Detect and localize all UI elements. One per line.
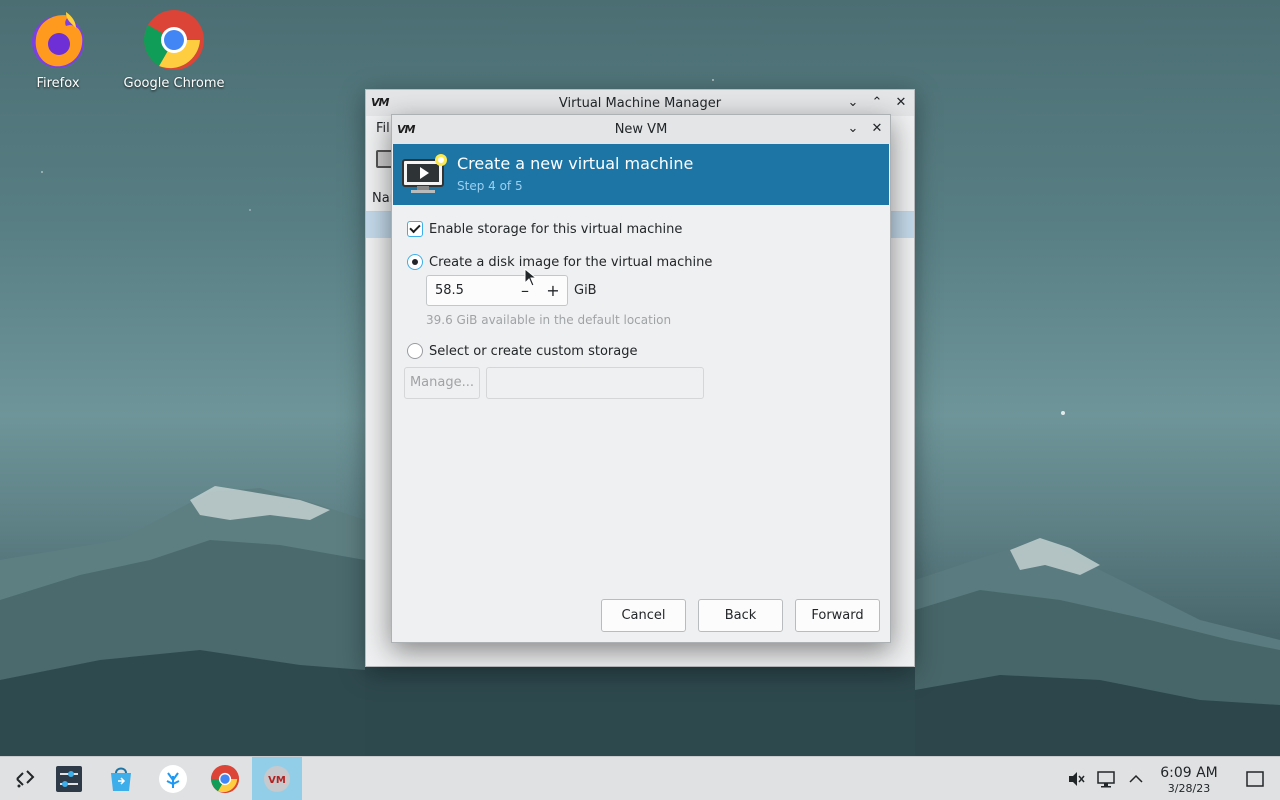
minimize-icon[interactable]: ⌄	[844, 94, 862, 112]
network-icon[interactable]	[1096, 769, 1116, 789]
google-chrome-icon	[210, 764, 240, 794]
increment-icon[interactable]: +	[539, 276, 567, 305]
menu-file[interactable]: Fil	[376, 121, 390, 136]
volume-muted-icon[interactable]	[1066, 769, 1086, 789]
virt-manager-icon: VM	[264, 766, 290, 792]
desktop-icon-firefox[interactable]: Firefox	[3, 8, 113, 91]
show-desktop-icon[interactable]	[1245, 769, 1265, 789]
create-disk-label[interactable]: Create a disk image for the virtual mach…	[429, 255, 712, 270]
new-vm-monitor-icon	[402, 154, 447, 193]
application-launcher[interactable]	[0, 757, 50, 800]
new-vm-titlebar[interactable]: VM New VM ⌄ ✕	[392, 115, 890, 144]
svg-text:VM: VM	[268, 775, 286, 786]
enable-storage-label[interactable]: Enable storage for this virtual machine	[429, 222, 682, 237]
vmm-titlebar[interactable]: VM Virtual Machine Manager ⌄ ⌃ ✕	[366, 90, 914, 116]
desktop-icon-label: Firefox	[36, 76, 80, 91]
new-vm-dialog: VM New VM ⌄ ✕ Create a new virtual machi…	[391, 114, 891, 643]
create-disk-radio-row[interactable]: Create a disk image for the virtual mach…	[407, 254, 712, 270]
clock-date[interactable]: 3/28/23	[1150, 782, 1228, 795]
mouse-cursor-icon	[524, 268, 538, 287]
enable-storage-checkbox[interactable]	[407, 221, 423, 237]
virt-manager-logo-icon: VM	[371, 96, 389, 109]
tray-expand-icon[interactable]	[1126, 769, 1146, 789]
storage-path-input[interactable]	[486, 367, 704, 399]
application-launcher-icon	[16, 770, 35, 788]
taskbar: VM 6:09 AM 3/28/23	[0, 756, 1280, 800]
task-virt-manager[interactable]: VM	[252, 757, 302, 800]
custom-storage-label[interactable]: Select or create custom storage	[429, 344, 637, 359]
disk-size-unit: GiB	[574, 283, 597, 298]
desktop-icon-google-chrome[interactable]: Google Chrome	[119, 8, 229, 91]
disk-size-spinbox[interactable]: 58.5 – +	[426, 275, 568, 306]
minimize-icon[interactable]: ⌄	[844, 120, 862, 138]
clock-time[interactable]: 6:09 AM	[1150, 765, 1228, 781]
wizard-title: Create a new virtual machine	[457, 154, 694, 173]
custom-storage-radio[interactable]	[407, 343, 423, 359]
close-icon[interactable]: ✕	[892, 94, 910, 112]
cancel-button[interactable]: Cancel	[601, 599, 686, 632]
close-icon[interactable]: ✕	[868, 120, 886, 138]
manage-button[interactable]: Manage...	[404, 367, 480, 399]
back-button[interactable]: Back	[698, 599, 783, 632]
wizard-header-banner: Create a new virtual machine Step 4 of 5	[393, 144, 889, 205]
new-vm-window-title: New VM	[614, 122, 668, 137]
create-disk-radio[interactable]	[407, 254, 423, 270]
virt-manager-logo-icon: VM	[397, 123, 415, 136]
maximize-icon[interactable]: ⌃	[868, 94, 886, 112]
google-chrome-icon	[143, 10, 204, 70]
system-settings-icon	[56, 766, 82, 792]
task-discover[interactable]	[96, 757, 146, 800]
forward-button[interactable]: Forward	[795, 599, 880, 632]
kde-connect-icon	[159, 765, 187, 793]
enable-storage-checkbox-row[interactable]: Enable storage for this virtual machine	[407, 221, 682, 237]
task-kde-connect[interactable]	[148, 757, 198, 800]
desktop-icon-label: Google Chrome	[123, 76, 225, 91]
task-system-settings[interactable]	[44, 757, 94, 800]
wizard-step-indicator: Step 4 of 5	[457, 179, 523, 193]
discover-store-icon	[111, 767, 131, 791]
disk-size-input[interactable]: 58.5	[427, 283, 511, 298]
custom-storage-radio-row[interactable]: Select or create custom storage	[407, 343, 637, 359]
firefox-icon	[32, 12, 84, 68]
available-space-note: 39.6 GiB available in the default locati…	[426, 313, 672, 327]
task-google-chrome[interactable]	[200, 757, 250, 800]
vmm-window-title: Virtual Machine Manager	[558, 95, 722, 111]
